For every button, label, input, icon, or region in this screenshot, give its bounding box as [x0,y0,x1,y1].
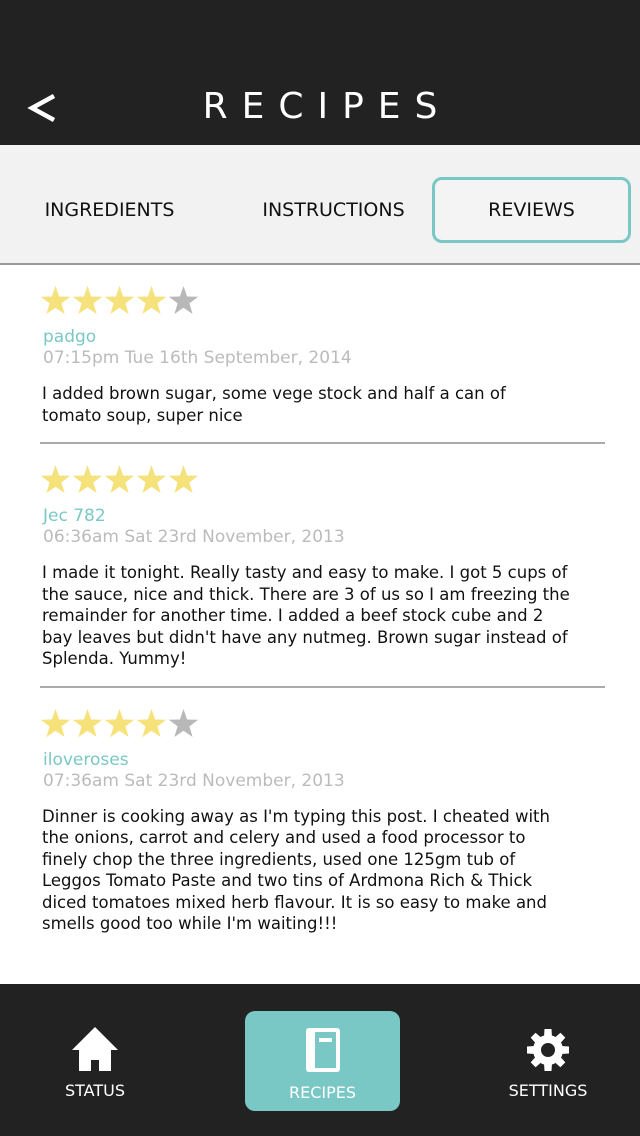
star-filled-icon [136,465,167,493]
star-empty-icon [168,286,199,314]
star-filled-icon [136,708,167,737]
star-rating [40,464,605,496]
star-empty-icon [168,708,199,737]
nav-label: RECIPES [288,1083,357,1102]
review-user[interactable]: padgo [40,327,605,347]
tab-instructions[interactable]: INSTRUCTIONS [236,177,431,243]
star-rating [40,708,605,740]
gear-icon [527,1029,569,1071]
star-filled-icon [104,708,135,737]
nav-label: STATUS [64,1081,126,1100]
page-title: RECIPES [202,86,452,127]
star-filled-icon [104,286,135,314]
review-user[interactable]: Jec 782 [40,506,605,526]
star-filled-icon [40,465,71,493]
review-date: 07:36am Sat 23rd November, 2013 [43,770,345,791]
review-user[interactable]: iloveroses [40,750,605,770]
star-filled-icon [40,286,71,314]
bottom-nav: STATUS RECIPES SETTINGS [0,984,640,1136]
nav-settings[interactable]: SETTINGS [473,1011,623,1111]
star-filled-icon [72,465,103,493]
star-filled-icon [136,286,167,314]
book-icon [305,1028,340,1072]
tab-reviews[interactable]: REVIEWS [432,177,631,243]
nav-recipes[interactable]: RECIPES [245,1011,400,1111]
star-filled-icon [104,465,135,493]
review-item: iloveroses 07:36am Sat 23rd November, 20… [40,688,605,951]
home-icon [72,1027,118,1071]
tab-ingredients[interactable]: INGREDIENTS [12,177,207,243]
star-filled-icon [168,465,199,493]
star-filled-icon [40,708,71,737]
header-bar: RECIPES [0,0,640,145]
review-item: padgo 07:15pm Tue 16th September, 2014 I… [40,265,605,444]
review-date: 07:15pm Tue 16th September, 2014 [43,348,352,368]
nav-label: SETTINGS [508,1081,588,1100]
review-date: 06:36am Sat 23rd November, 2013 [43,527,345,547]
star-filled-icon [72,708,103,737]
review-item: Jec 782 06:36am Sat 23rd November, 2013 … [40,444,605,688]
star-rating [40,285,605,317]
review-text: Dinner is cooking away as I'm typing thi… [42,806,550,934]
tab-bar: INGREDIENTS INSTRUCTIONS REVIEWS [0,145,640,265]
nav-status[interactable]: STATUS [20,1011,170,1111]
review-list: padgo 07:15pm Tue 16th September, 2014 I… [40,265,605,951]
review-text: I made it tonight. Really tasty and easy… [42,563,570,668]
review-text: I added brown sugar, some vege stock and… [42,384,506,425]
star-filled-icon [72,286,103,314]
